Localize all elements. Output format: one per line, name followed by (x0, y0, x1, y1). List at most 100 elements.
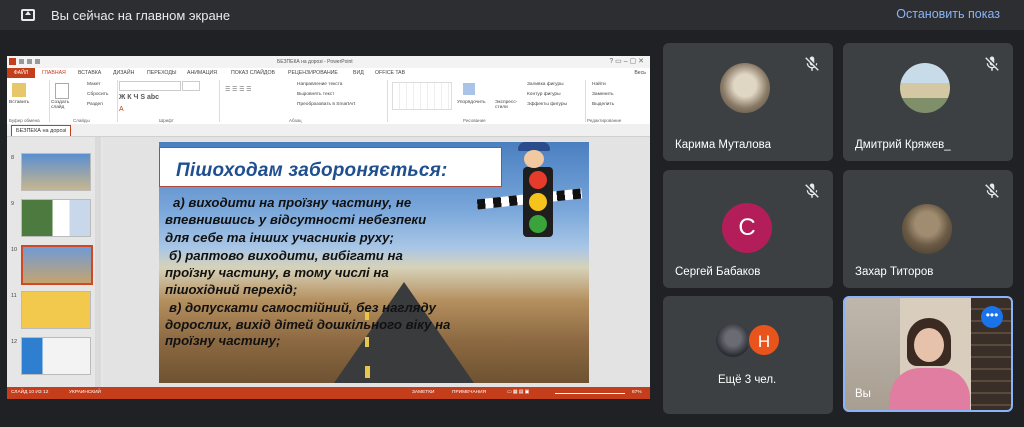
arrange-button[interactable]: Упорядочить (457, 100, 486, 105)
slide-heading: Пішоходам забороняється: (176, 160, 448, 181)
tab-design[interactable]: ДИЗАЙН (113, 70, 134, 76)
presenting-text: Вы сейчас на главном экране (51, 7, 231, 23)
presenting-banner: Вы сейчас на главном экране Остановить п… (0, 0, 1024, 30)
font-name-select[interactable] (119, 81, 181, 91)
section-button[interactable]: Раздел (87, 102, 103, 107)
traffic-light-image (523, 167, 553, 237)
slide-thumbnail-10[interactable] (21, 245, 93, 285)
thumb-number: 9 (11, 201, 15, 207)
others-tile[interactable]: Н Ещё 3 чел. (663, 296, 833, 414)
thumb-number: 11 (11, 293, 17, 299)
slide-thumbnail-9[interactable] (21, 199, 91, 237)
group-paragraph: Абзац (289, 118, 302, 123)
save-icon[interactable] (19, 59, 24, 64)
slide-counter: СЛАЙД 10 ИЗ 12 (11, 390, 49, 395)
shapes-gallery[interactable] (392, 82, 452, 110)
document-tabs: БЕЗПЕКА на дорозі (7, 124, 650, 137)
participant-name: Карима Муталова (675, 139, 772, 151)
tab-insert[interactable]: ВСТАВКА (78, 70, 101, 76)
window-controls[interactable]: ? ▭ – ▢ ✕ (609, 57, 644, 65)
font-size-select[interactable] (182, 81, 200, 91)
slide-line: проїзну частину, в тому числі на (165, 265, 389, 280)
ribbon: Вставить Создать слайд Макет Сбросить Ра… (7, 78, 650, 125)
slide-thumbnail-12[interactable] (21, 337, 91, 375)
notes-button[interactable]: ЗАМЕТКИ (412, 390, 434, 395)
shape-effects-button[interactable]: Эффекты фигуры (527, 102, 567, 107)
arrange-icon[interactable] (463, 83, 475, 95)
language-indicator[interactable]: УКРАИНСКИЙ (69, 390, 101, 395)
thumbnails-scrollbar[interactable] (95, 137, 101, 387)
status-bar: СЛАЙД 10 ИЗ 12 УКРАИНСКИЙ ЗАМЕТКИ ПРИМЕЧ… (7, 387, 650, 399)
smartart-button[interactable]: Преобразовать в SmartArt (297, 102, 355, 107)
slide-line: а) виходити на проїзну частину, не (173, 195, 412, 210)
redo-icon[interactable] (35, 59, 40, 64)
tab-office-tab[interactable]: OFFICE TAB (375, 70, 405, 76)
reset-button[interactable]: Сбросить (87, 92, 108, 97)
shape-fill-button[interactable]: Заливка фигуры (527, 82, 564, 87)
group-editing: Редактирование (587, 118, 622, 123)
slide-thumbnails: 8 9 10 11 12 (7, 137, 103, 387)
participant-tile[interactable]: Карима Муталова (663, 43, 833, 161)
group-drawing: Рисование (463, 118, 486, 123)
tab-home[interactable]: ГЛАВНАЯ (42, 70, 66, 76)
self-video-tile[interactable]: ••• Вы (843, 296, 1013, 412)
thumb-number: 8 (11, 155, 15, 161)
slide-line: пішохідний перехід; (165, 282, 298, 297)
avatar: C (722, 203, 772, 253)
quick-styles-button[interactable]: Экспресс-стили (495, 100, 521, 110)
find-button[interactable]: Найти (592, 82, 606, 87)
stop-presenting-button[interactable]: Остановить показ (896, 7, 1000, 21)
zoom-level[interactable]: 67% (632, 390, 642, 395)
ribbon-tabs: ФАЙЛ ГЛАВНАЯ ВСТАВКА ДИЗАЙН ПЕРЕХОДЫ АНИ… (7, 68, 650, 78)
replace-button[interactable]: Заменить (592, 92, 614, 97)
select-button[interactable]: Выделить (592, 102, 614, 107)
participant-tile[interactable]: Захар Титоров (843, 170, 1013, 288)
font-color-button[interactable]: A (119, 106, 124, 113)
comments-button[interactable]: ПРИМЕЧАНИЯ (452, 390, 486, 395)
tab-file[interactable]: ФАЙЛ (7, 68, 35, 78)
text-direction-button[interactable]: Направление текста (297, 82, 342, 87)
mic-off-icon (985, 56, 999, 71)
layout-button[interactable]: Макет (87, 82, 101, 87)
traffic-officer-image (514, 142, 554, 172)
participant-tile[interactable]: Дмитрий Кряжев_ (843, 43, 1013, 161)
self-face-image (914, 328, 944, 362)
tab-review[interactable]: РЕЦЕНЗИРОВАНИЕ (288, 70, 338, 76)
shape-outline-button[interactable]: Контур фигуры (527, 92, 561, 97)
paste-button[interactable]: Вставить (9, 100, 29, 105)
mic-off-icon (805, 56, 819, 71)
document-tab[interactable]: БЕЗПЕКА на дорозі (11, 125, 72, 136)
group-clipboard: Буфер обмена (9, 118, 40, 123)
tab-view[interactable]: ВИД (353, 70, 364, 76)
paragraph-buttons[interactable]: ☰ ☰ ☰ ☰ (225, 86, 252, 93)
present-screen-icon (21, 9, 35, 21)
tab-animation[interactable]: АНИМАЦИЯ (187, 70, 217, 76)
paste-icon[interactable] (12, 83, 26, 97)
mic-off-icon (985, 183, 999, 198)
font-format-buttons[interactable]: Ж К Ч S abc (119, 94, 159, 101)
shared-screen: БЕЗПЕКА на дорозі - PowerPoint ? ▭ – ▢ ✕… (7, 56, 650, 399)
undo-icon[interactable] (27, 59, 32, 64)
group-font: Шрифт (159, 118, 174, 123)
avatar (900, 63, 950, 113)
participant-tile[interactable]: C Сергей Бабаков (663, 170, 833, 288)
account-name[interactable]: Весь (634, 70, 646, 76)
self-name: Вы (855, 388, 871, 400)
powerpoint-logo-icon (9, 58, 16, 65)
more-options-icon[interactable]: ••• (981, 306, 1003, 328)
slide-thumbnail-11[interactable] (21, 291, 91, 329)
slide-heading-box: Пішоходам забороняється: (159, 147, 502, 187)
group-slides: Слайды (73, 118, 90, 123)
zoom-slider[interactable] (555, 393, 625, 394)
view-buttons[interactable]: ▭ ▦ ▤ ▣ (507, 390, 529, 395)
new-slide-icon[interactable] (55, 83, 69, 99)
current-slide: Пішоходам забороняється: а) виходити на … (159, 142, 589, 383)
tab-slideshow[interactable]: ПОКАЗ СЛАЙДОВ (231, 70, 275, 76)
quick-access-toolbar: БЕЗПЕКА на дорозі - PowerPoint ? ▭ – ▢ ✕ (7, 56, 650, 68)
avatar (716, 323, 750, 357)
align-text-button[interactable]: Выровнять текст (297, 92, 334, 97)
tab-transitions[interactable]: ПЕРЕХОДЫ (147, 70, 176, 76)
road-image (334, 282, 474, 383)
slide-thumbnail-8[interactable] (21, 153, 91, 191)
new-slide-button[interactable]: Создать слайд (51, 100, 73, 110)
